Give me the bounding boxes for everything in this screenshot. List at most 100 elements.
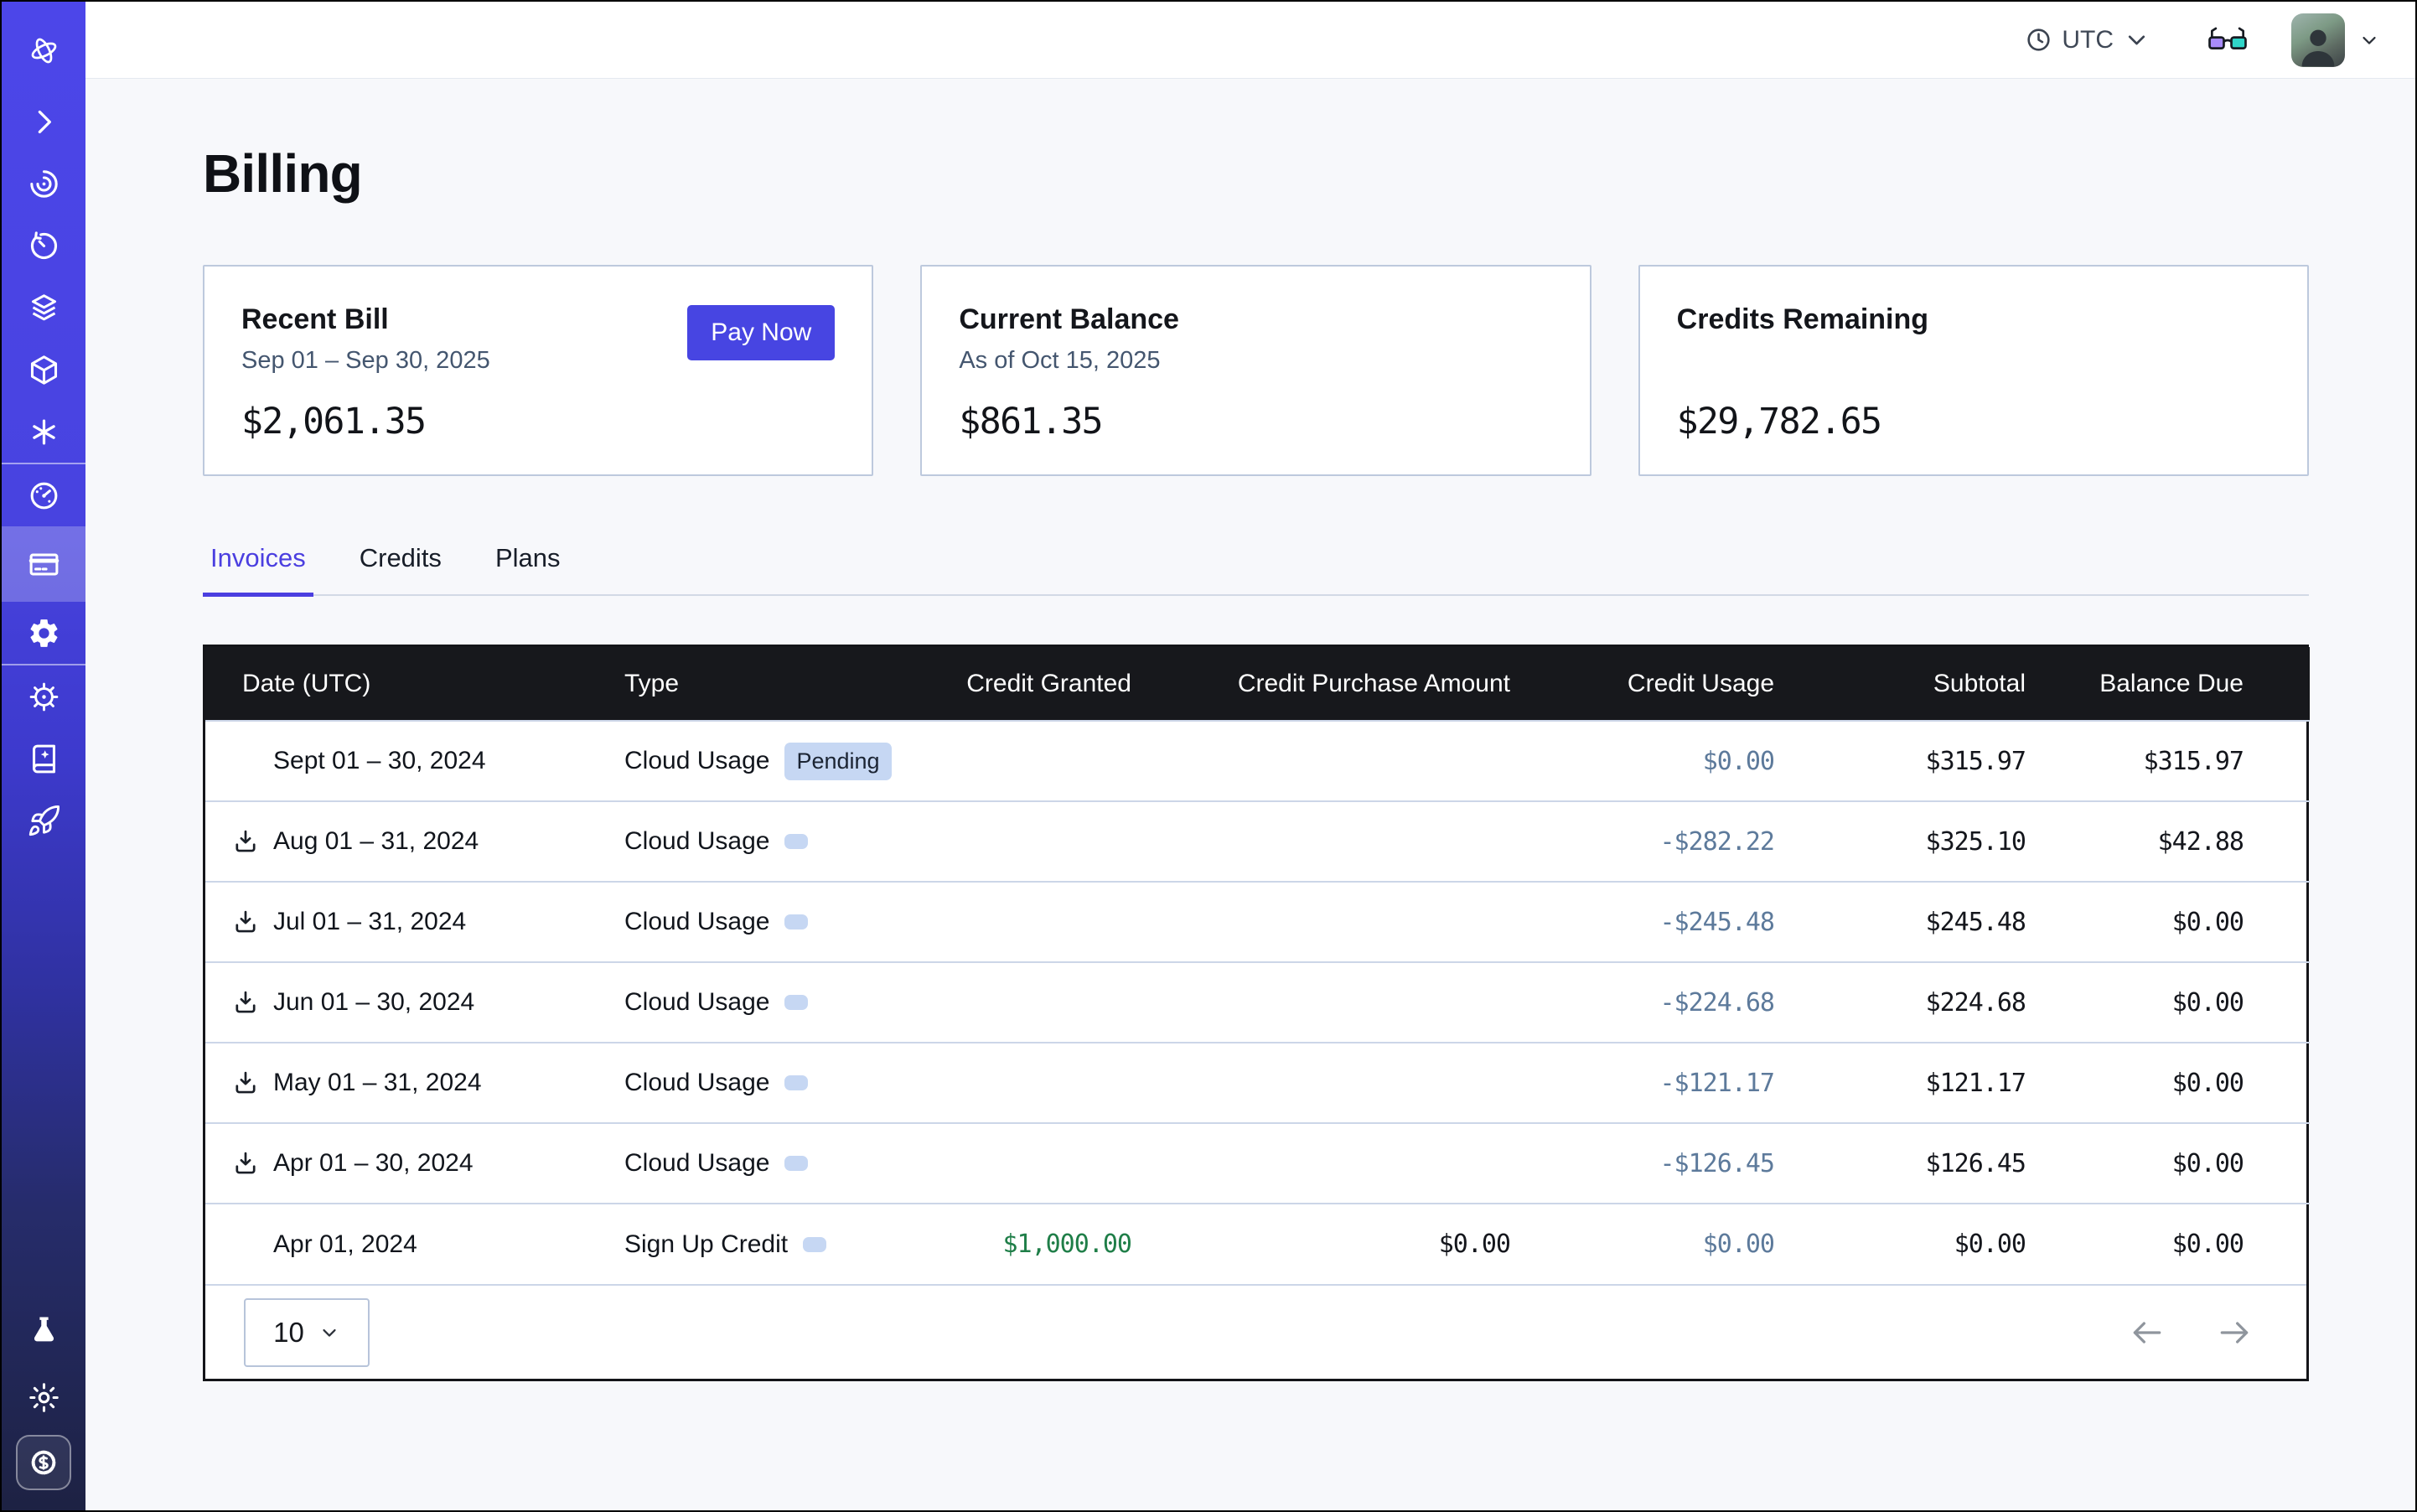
app-window: UTC Billing Recent Bill Sep 01 – Sep 30,… [0, 0, 2417, 1512]
topbar: UTC [85, 2, 2415, 79]
sidebar-item-observe[interactable] [2, 153, 85, 215]
download-invoice-button[interactable] [230, 987, 261, 1017]
credit-purchase-value [1131, 1123, 1510, 1204]
sidebar-item-packages[interactable] [2, 339, 85, 401]
tab-invoices[interactable]: Invoices [203, 543, 313, 594]
invoice-row: Aug 01 – 31, 2024 Cloud Usage -$282.22 $… [205, 801, 2310, 882]
credit-granted-value [913, 1043, 1131, 1123]
col-credit-granted: Credit Granted [913, 647, 1131, 721]
status-badge [784, 834, 808, 849]
subtotal-value: $126.45 [1774, 1123, 2026, 1204]
sidebar-bottom [2, 1301, 85, 1510]
invoice-row: May 01 – 31, 2024 Cloud Usage -$121.17 $… [205, 1043, 2310, 1123]
credit-granted-value: $1,000.00 [913, 1204, 1131, 1284]
download-icon [231, 827, 260, 856]
download-invoice-button[interactable] [230, 826, 261, 857]
nerd-glasses-icon [2206, 25, 2249, 55]
status-badge [784, 1156, 808, 1171]
download-icon [231, 1069, 260, 1097]
chevron-down-icon [2123, 26, 2150, 54]
sidebar-item-layers[interactable] [2, 277, 85, 339]
balance-due-value: $0.00 [2026, 1204, 2310, 1284]
credit-purchase-value [1131, 721, 1510, 801]
balance-due-value: $315.97 [2026, 721, 2310, 801]
pay-now-button[interactable]: Pay Now [687, 305, 835, 360]
book-sparkle-icon [27, 742, 61, 776]
invoice-date: Aug 01 – 31, 2024 [273, 827, 479, 856]
person-icon [2294, 22, 2342, 67]
status-badge: Pending [784, 743, 891, 780]
credit-granted-value [913, 962, 1131, 1043]
card-title: Credits Remaining [1677, 303, 2270, 336]
sidebar-item-usage[interactable] [2, 464, 85, 526]
sidebar [2, 2, 85, 1510]
previous-page-button[interactable] [2127, 1313, 2167, 1353]
subtotal-value: $224.68 [1774, 962, 2026, 1043]
download-icon [231, 908, 260, 936]
chevron-right-icon [27, 105, 61, 139]
balance-due-value: $42.88 [2026, 801, 2310, 882]
credit-purchase-value [1131, 962, 1510, 1043]
user-avatar[interactable] [2291, 13, 2345, 67]
invoice-type: Cloud Usage [624, 747, 769, 775]
col-type: Type [624, 647, 913, 721]
current-balance-amount: $861.35 [959, 401, 1552, 443]
spiral-icon [27, 167, 61, 201]
credit-usage-value: -$282.22 [1510, 801, 1774, 882]
next-page-button[interactable] [2214, 1313, 2254, 1353]
invoice-date: Apr 01, 2024 [273, 1230, 417, 1259]
timer-icon [27, 229, 61, 263]
recent-bill-card: Recent Bill Sep 01 – Sep 30, 2025 $2,061… [203, 265, 873, 476]
balance-due-value: $0.00 [2026, 882, 2310, 962]
invoice-type: Cloud Usage [624, 827, 769, 856]
cube-icon [27, 353, 61, 387]
card-subtitle [1677, 347, 2270, 377]
credit-granted-value [913, 721, 1131, 801]
status-badge [784, 1075, 808, 1090]
timezone-selector[interactable]: UTC [2025, 26, 2150, 54]
sidebar-item-theme[interactable] [2, 1368, 85, 1427]
sidebar-item-logo[interactable] [2, 10, 85, 91]
timezone-label: UTC [2062, 26, 2114, 54]
status-badge [784, 995, 808, 1010]
credits-remaining-amount: $29,782.65 [1677, 401, 2270, 443]
sidebar-item-rewards[interactable] [16, 1435, 71, 1490]
page-size-select[interactable]: 10 [244, 1298, 370, 1367]
sidebar-item-launch[interactable] [2, 790, 85, 852]
sidebar-item-settings[interactable] [2, 602, 85, 664]
credit-usage-value: $0.00 [1510, 721, 1774, 801]
user-menu-chevron-icon[interactable] [2358, 29, 2380, 51]
credit-purchase-value: $0.00 [1131, 1204, 1510, 1284]
download-invoice-button[interactable] [230, 1068, 261, 1098]
invoice-type: Cloud Usage [624, 988, 769, 1017]
current-balance-card: Current Balance As of Oct 15, 2025 $861.… [920, 265, 1591, 476]
download-placeholder [230, 746, 261, 776]
download-invoice-button[interactable] [230, 907, 261, 937]
balance-due-value: $0.00 [2026, 1043, 2310, 1123]
sidebar-item-expand[interactable] [2, 91, 85, 153]
tab-credits[interactable]: Credits [352, 543, 449, 594]
status-badge [803, 1237, 826, 1252]
tab-plans[interactable]: Plans [488, 543, 568, 594]
chevron-down-icon [318, 1322, 340, 1344]
sidebar-item-history[interactable] [2, 215, 85, 277]
sidebar-item-labs[interactable] [2, 1301, 85, 1359]
sidebar-item-billing[interactable] [2, 526, 85, 602]
credit-card-icon [27, 547, 61, 582]
sun-icon [27, 1380, 61, 1415]
invoice-type: Cloud Usage [624, 1069, 769, 1097]
sidebar-item-docs[interactable] [2, 728, 85, 790]
sidebar-item-fleet[interactable] [2, 665, 85, 728]
subtotal-value: $0.00 [1774, 1204, 2026, 1284]
col-subtotal: Subtotal [1774, 647, 2026, 721]
credit-purchase-value [1131, 801, 1510, 882]
invoice-date: Jul 01 – 31, 2024 [273, 908, 466, 936]
balance-due-value: $0.00 [2026, 1123, 2310, 1204]
nerd-glasses-button[interactable] [2206, 25, 2249, 55]
download-invoice-button[interactable] [230, 1148, 261, 1178]
subtotal-value: $325.10 [1774, 801, 2026, 882]
credit-usage-value: -$224.68 [1510, 962, 1774, 1043]
billing-tabs: Invoices Credits Plans [203, 543, 2309, 596]
col-credit-usage: Credit Usage [1510, 647, 1774, 721]
sidebar-item-services[interactable] [2, 401, 85, 463]
